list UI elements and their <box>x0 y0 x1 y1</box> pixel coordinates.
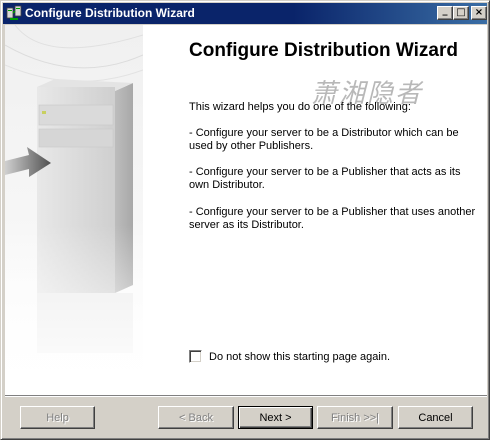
wizard-content: Configure Distribution Wizard 萧湘隐者 This … <box>5 25 487 395</box>
title-bar[interactable]: Configure Distribution Wizard _ □ × <box>3 3 487 24</box>
server-tower-with-arrow-illustration <box>5 25 143 395</box>
maximize-icon: □ <box>456 7 466 18</box>
distribution-wizard-icon <box>6 5 22 21</box>
finish-button[interactable]: Finish >>| <box>317 406 393 429</box>
close-icon: × <box>474 7 484 18</box>
cancel-button[interactable]: Cancel <box>398 406 473 429</box>
skip-start-page-label[interactable]: Do not show this starting page again. <box>209 351 390 363</box>
skip-start-page-option[interactable]: Do not show this starting page again. <box>189 350 390 363</box>
help-button[interactable]: Help <box>20 406 95 429</box>
intro-text: This wizard helps you do one of the foll… <box>189 101 411 113</box>
maximize-button[interactable]: □ <box>453 6 469 20</box>
minimize-button[interactable]: _ <box>437 4 453 20</box>
window-title: Configure Distribution Wizard <box>25 6 195 20</box>
page-title: Configure Distribution Wizard <box>189 40 458 61</box>
option-distributor-text: - Configure your server to be a Distribu… <box>189 127 459 152</box>
option-remote-distributor-text: - Configure your server to be a Publishe… <box>189 206 476 231</box>
button-separator <box>5 395 487 397</box>
back-button[interactable]: < Back <box>158 406 234 429</box>
close-button[interactable]: × <box>471 6 487 20</box>
minimize-icon: _ <box>442 4 448 16</box>
wizard-right-panel: Configure Distribution Wizard 萧湘隐者 This … <box>143 25 487 395</box>
next-button[interactable]: Next > <box>238 406 313 429</box>
skip-start-page-checkbox[interactable] <box>189 350 202 363</box>
wizard-window: Configure Distribution Wizard _ □ × Conf… <box>0 0 490 440</box>
option-own-distributor-text: - Configure your server to be a Publishe… <box>189 166 461 191</box>
